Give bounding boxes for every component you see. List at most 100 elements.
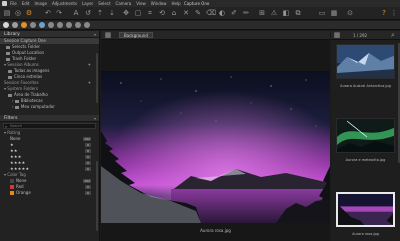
thumbnail-label: Aurora rosa.jpg	[352, 232, 379, 236]
pan-icon[interactable]: ✥	[122, 9, 130, 17]
color-tag-title: Color Tag	[7, 172, 26, 177]
folder-output-label: Output Location	[12, 50, 45, 55]
session-label: Session Capture One	[4, 38, 46, 43]
menu-layer[interactable]: Layer	[82, 1, 93, 6]
color-tag-row[interactable]: Orange 0	[0, 190, 99, 196]
help-icon[interactable]: ?	[380, 9, 388, 17]
rotate-icon[interactable]: ⟲	[158, 9, 166, 17]
brush-icon[interactable]: ✎	[194, 9, 202, 17]
eraser-icon[interactable]: ⌫	[206, 9, 216, 17]
viewer: ▦ Background Aurora rosa.jpg	[101, 31, 330, 241]
menu-window[interactable]: Window	[151, 1, 167, 6]
adjustments-tab-icon[interactable]	[66, 22, 72, 28]
crop-icon[interactable]: ⌗	[146, 9, 154, 17]
copy-adjustments-icon[interactable]: ⇡	[96, 9, 104, 17]
library-header[interactable]: Library ▾	[0, 31, 99, 38]
browser-mode-icon[interactable]: ▦	[330, 9, 338, 17]
browser-view-icon[interactable]: ▦	[333, 31, 341, 39]
menu-file[interactable]: File	[10, 1, 17, 6]
image-caption: Aurora rosa.jpg	[200, 228, 231, 233]
keystone-icon[interactable]: ⌂	[170, 9, 178, 17]
menu-edit[interactable]: Edit	[22, 1, 30, 6]
rating-count: 292	[83, 137, 91, 141]
lens-tab-icon[interactable]	[39, 22, 45, 28]
exposure-warning-icon[interactable]: ⚠	[270, 9, 278, 17]
computer-icon	[14, 105, 19, 109]
viewer-grid-icon[interactable]: ▦	[104, 31, 112, 39]
menu-view[interactable]: View	[136, 1, 146, 6]
filter-search-input[interactable]: ⌕ Search	[3, 123, 96, 129]
compare-icon[interactable]: ⧉	[294, 9, 302, 17]
annotate-icon[interactable]: ✏	[242, 9, 250, 17]
system-folders-title: System Folders	[7, 86, 38, 91]
library-tab-icon[interactable]	[3, 22, 9, 28]
album-icon	[8, 69, 12, 73]
folder-icon	[8, 93, 12, 97]
thumbnail-label: Aurora Austral Antarctica.jpg	[340, 84, 391, 88]
color-tag-count: 0	[85, 185, 91, 189]
process-icon[interactable]: ⚙	[25, 9, 33, 17]
composition-tab-icon[interactable]	[48, 22, 54, 28]
system-libraries-label: Bibliotecas	[20, 98, 43, 103]
app-icon[interactable]	[2, 1, 7, 6]
toolbar: ▤ ◎ ⚙ ↶ ↷ A ↺ ⇡ ⇣ ✥ ▢ ⌗ ⟲ ⌂ ✕ ✎ ⌫ ◐ ✐ ✏ …	[0, 7, 400, 20]
session-favorites-title: Session Favorites	[4, 80, 39, 85]
star-icon: ★★	[10, 148, 18, 153]
details-tab-icon[interactable]	[57, 22, 63, 28]
proof-icon[interactable]: ◧	[282, 9, 290, 17]
more-icon[interactable]: ⋮	[390, 9, 398, 17]
filters-scrollbar[interactable]	[96, 161, 98, 231]
color-tag-count: 0	[85, 191, 91, 195]
menu-image[interactable]: Image	[34, 1, 47, 6]
menu-bar: File Edit Image Adjustments Layer Select…	[0, 0, 400, 7]
collapse-icon[interactable]: ▾	[94, 115, 96, 122]
gradient-icon[interactable]: ◐	[218, 9, 226, 17]
redo-icon[interactable]: ↷	[55, 9, 63, 17]
collapse-icon[interactable]: ▾	[94, 31, 96, 38]
undo-icon[interactable]: ↶	[44, 9, 52, 17]
auto-adjust-icon[interactable]: A	[72, 9, 80, 17]
import-icon[interactable]: ▤	[3, 9, 11, 17]
exposure-tab-icon[interactable]	[30, 22, 36, 28]
color-tab-icon[interactable]	[21, 22, 27, 28]
album-five-stars-label: Cinco estrelas	[14, 74, 43, 79]
rating-count: 0	[85, 143, 91, 147]
star-icon: ★	[10, 142, 14, 147]
album-all-images-label: Todas as imagens	[14, 68, 50, 73]
app-title: Capture One	[184, 1, 210, 6]
menu-camera[interactable]: Camera	[116, 1, 132, 6]
output-tab-icon[interactable]	[84, 22, 90, 28]
thumbnail[interactable]	[336, 44, 395, 79]
metadata-tab-icon[interactable]	[75, 22, 81, 28]
capture-tab-icon[interactable]	[12, 22, 18, 28]
menu-adjustments[interactable]: Adjustments	[52, 1, 77, 6]
spot-icon[interactable]: ✕	[182, 9, 190, 17]
color-swatch	[10, 179, 14, 183]
library-scrollbar[interactable]	[96, 53, 98, 103]
main-image[interactable]	[101, 71, 330, 223]
menu-help[interactable]: Help	[172, 1, 181, 6]
color-tag-label: Orange	[16, 190, 31, 195]
image-counter: 1 / 292	[353, 33, 368, 38]
system-desktop-label: Área de Trabalho	[14, 92, 48, 97]
reset-icon[interactable]: ↺	[84, 9, 92, 17]
viewer-mode-icon[interactable]: ▭	[318, 9, 326, 17]
filters-header[interactable]: Filters ▾	[0, 115, 99, 122]
color-tag-label: None	[16, 178, 27, 183]
rating-count: 0	[85, 167, 91, 171]
apply-adjustments-icon[interactable]: ⇣	[108, 9, 116, 17]
grid-icon[interactable]: ⊞	[258, 9, 266, 17]
background-button[interactable]: Background	[119, 32, 153, 38]
trash-icon	[6, 57, 10, 61]
tethered-icon[interactable]: ⊙	[346, 9, 354, 17]
select-icon[interactable]: ▢	[134, 9, 142, 17]
capture-icon[interactable]: ◎	[14, 9, 22, 17]
search-icon[interactable]: ⌕	[389, 31, 397, 39]
picker-icon[interactable]: ✐	[230, 9, 238, 17]
thumbnail-selected[interactable]	[336, 192, 395, 227]
thumbnail-label: Aurora e meteorito.jpg	[345, 158, 386, 162]
menu-select[interactable]: Select	[98, 1, 110, 6]
thumbnail[interactable]	[336, 118, 395, 153]
folder-icon	[6, 45, 10, 49]
system-computer[interactable]: › Meu computador	[0, 104, 99, 110]
